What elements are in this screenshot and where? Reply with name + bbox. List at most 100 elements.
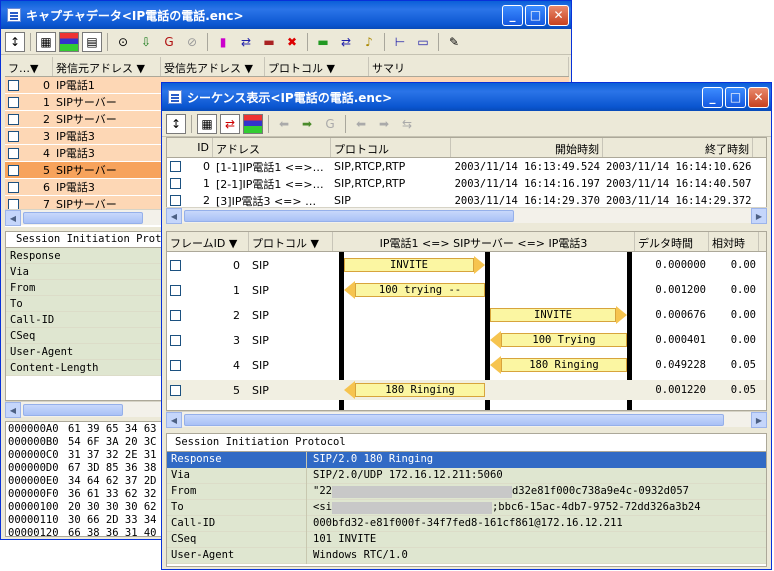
export-icon[interactable]: ▭ [413,32,433,52]
close-button[interactable]: ✕ [748,86,769,108]
frame-checkbox[interactable] [170,259,181,271]
session-row[interactable]: 1 [2-1]IP電話1 <=>… SIP,RTCP,RTP 2003/11/14 1… [167,175,766,192]
session-row[interactable]: 0 [1-1]IP電話1 <=>… SIP,RTCP,RTP 2003/11/14 1… [167,158,766,175]
message-arrow[interactable]: INVITE [490,306,627,324]
detail-row[interactable]: From [6,280,164,296]
expand-icon[interactable]: ↕ [166,113,186,134]
message-arrow[interactable]: 180 Ringing [344,381,485,399]
expand-icon[interactable]: ↕ [5,31,25,52]
minimize-button[interactable]: _ [702,86,723,108]
forward-arrow-icon[interactable]: ➡ [297,114,317,134]
sequence-row[interactable]: 2 SIP 0.000676 0.00 [167,305,766,325]
link-icon[interactable]: ⇆ [397,114,417,134]
sequence-window-titlebar[interactable]: シーケンス表示<IP電話の電話.enc> _ □ ✕ [162,83,771,111]
session-checkbox[interactable] [170,161,181,172]
notes-icon[interactable]: ✎ [444,32,464,52]
color-bar-icon[interactable]: ▮ [213,32,233,52]
col-dst[interactable]: 受信先アドレス ▼ [161,57,265,76]
detail-hscroll[interactable]: ◀ [5,401,165,418]
detail-row[interactable]: To [6,296,164,312]
detail-row[interactable]: User-Agent [6,344,164,360]
color-view-icon[interactable] [243,113,263,134]
scroll-left-icon[interactable]: ◀ [5,210,21,226]
session-hscroll[interactable]: ◀ ▶ [166,207,767,224]
sequence-row[interactable]: 4 SIP 0.049228 0.05 [167,355,766,375]
detail-row[interactable]: Via [6,264,164,280]
row-checkbox[interactable] [8,79,19,91]
close-button[interactable]: ✕ [548,4,569,26]
list-view-icon[interactable]: ▤ [82,31,102,52]
filter-clear-icon[interactable]: ⊘ [182,32,202,52]
row-checkbox[interactable] [8,113,19,125]
col-seq-participants[interactable]: IP電話1 <=> SIPサーバー <=> IP電話3 [333,232,635,251]
detail-row[interactable]: CSeq [6,328,164,344]
col-src[interactable]: 発信元アドレス ▼ [53,57,161,76]
frame-checkbox[interactable] [170,334,181,346]
detail-row[interactable]: CSeq 101 INVITE [167,531,766,548]
detail-row[interactable]: Response SIP/2.0 180 Ringing [167,451,766,468]
frame-checkbox[interactable] [170,384,181,396]
detail-row[interactable]: Response [6,248,164,264]
prev-icon[interactable]: ⬅ [351,114,371,134]
sequence-row[interactable]: 3 SIP 0.000401 0.00 [167,330,766,350]
frame-checkbox[interactable] [170,309,181,321]
col-seq-proto[interactable]: プロトコル ▼ [249,232,333,251]
minimize-button[interactable]: _ [502,4,523,26]
packet-hscroll[interactable]: ◀ [5,209,165,226]
frame-checkbox[interactable] [170,359,181,371]
col-summary[interactable]: サマリ [369,57,569,76]
maximize-button[interactable]: □ [525,4,546,26]
filter-g-icon[interactable]: G [320,114,340,134]
row-checkbox[interactable] [8,147,19,159]
detail-row[interactable]: From "22 d32e81f000c738a9e4c-0932d057 [167,483,766,500]
sequence-hscroll[interactable]: ◀ ▶ [166,411,767,428]
chart-icon[interactable]: ▬ [259,32,279,52]
sound-icon[interactable]: ♪ [359,32,379,52]
row-checkbox[interactable] [8,198,19,210]
table-view-icon[interactable]: ▦ [197,113,217,134]
scroll-left-icon[interactable]: ◀ [166,412,182,428]
frame-checkbox[interactable] [170,284,181,296]
message-arrow[interactable]: 100 trying -- [344,281,485,299]
scroll-right-icon[interactable]: ▶ [751,208,767,224]
detail-row[interactable]: User-Agent Windows RTC/1.0 [167,547,766,564]
col-end[interactable]: 終了時刻 [603,138,753,157]
col-proto[interactable]: プロトコル ▼ [265,57,369,76]
back-arrow-icon[interactable]: ⬅ [274,114,294,134]
row-checkbox[interactable] [8,164,19,176]
col-protocol[interactable]: プロトコル [331,138,451,157]
capture-window-titlebar[interactable]: キャプチャデータ<IP電話の電話.enc> _ □ ✕ [1,1,571,29]
message-arrow[interactable]: 180 Ringing [490,356,627,374]
col-address[interactable]: アドレス [213,138,331,157]
swap-icon[interactable]: ⇄ [336,32,356,52]
col-start[interactable]: 開始時刻 [451,138,603,157]
scroll-left-icon[interactable]: ◀ [166,208,182,224]
scroll-right-icon[interactable]: ▶ [751,412,767,428]
col-relative[interactable]: 相対時 [709,232,759,251]
detail-row[interactable]: Call-ID [6,312,164,328]
graph-icon[interactable]: ▬ [313,32,333,52]
col-id[interactable]: ID [167,138,213,157]
detail-row[interactable]: Call-ID 000bfd32-e81f000f-34f7fed8-161cf8… [167,515,766,532]
color-view-icon[interactable] [59,31,79,52]
next-icon[interactable]: ➡ [374,114,394,134]
scroll-left-icon[interactable]: ◀ [5,402,21,418]
message-arrow[interactable]: INVITE [344,256,485,274]
detail-row[interactable]: Via SIP/2.0/UDP 172.16.12.211:5060 [167,467,766,484]
col-frame-id[interactable]: フレームID ▼ [167,232,249,251]
tree-icon[interactable]: ⊢ [390,32,410,52]
col-frame[interactable]: フ…▼ [5,57,53,76]
table-view-icon[interactable]: ▦ [36,31,56,52]
col-delta[interactable]: デルタ時間 [635,232,709,251]
filter-down-icon[interactable]: ⇩ [136,32,156,52]
swap-view-icon[interactable]: ⇄ [220,113,240,134]
filter-g-icon[interactable]: G [159,32,179,52]
session-checkbox[interactable] [170,195,181,206]
session-checkbox[interactable] [170,178,181,189]
dropdown-icon[interactable]: ⊙ [113,32,133,52]
detail-row[interactable]: To <si ;bbc6-15ac-4db7-9752-72dd326a3b24 [167,499,766,516]
row-checkbox[interactable] [8,130,19,142]
message-arrow[interactable]: 100 Trying [490,331,627,349]
row-checkbox[interactable] [8,96,19,108]
delete-icon[interactable]: ✖ [282,32,302,52]
